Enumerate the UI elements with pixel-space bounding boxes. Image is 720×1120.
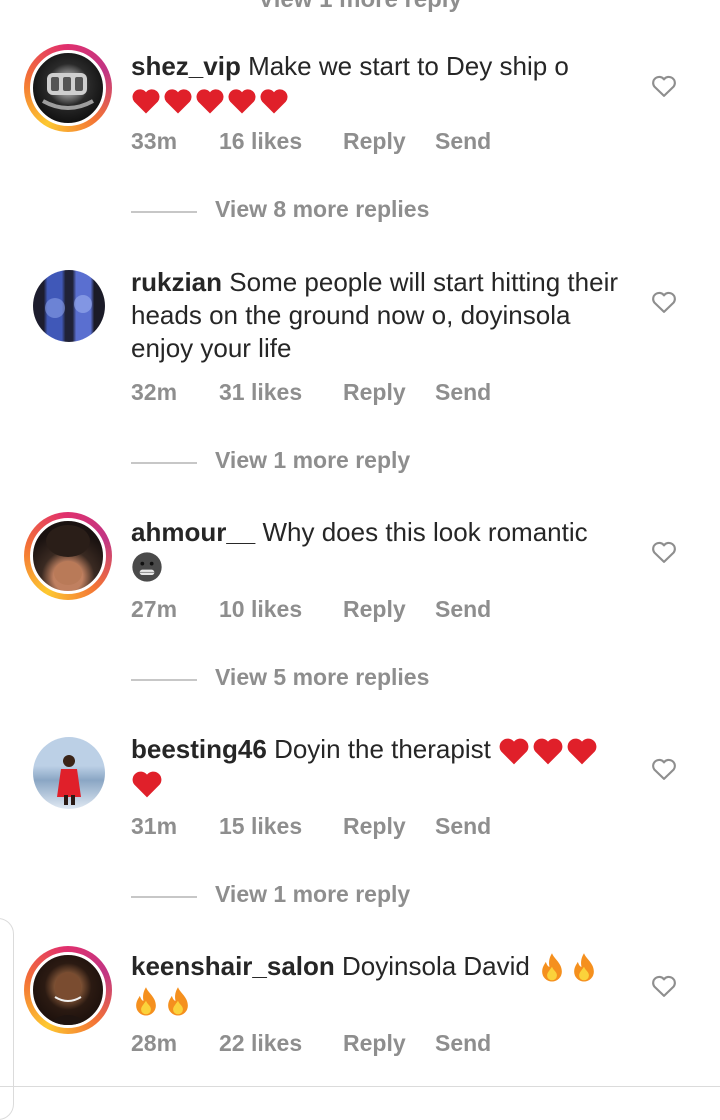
send-button[interactable]: Send [435,596,491,623]
avatar-story-ring[interactable] [24,946,112,1034]
red-heart-icon [132,89,160,114]
left-edge-panel [0,918,14,1120]
like-heart-icon[interactable] [650,972,678,1000]
red-heart-icon [567,738,597,765]
red-heart-icon [132,771,162,798]
view-more-replies-link-top[interactable]: View 1 more reply [0,0,720,14]
send-button[interactable]: Send [435,128,491,155]
like-count-link[interactable]: 16 likes [219,128,302,155]
fire-icon [168,987,188,1016]
comment-username[interactable]: beesting46 [131,734,267,764]
replies-divider [131,211,197,213]
comment-time: 27m [131,596,178,622]
comment-body: keenshair_salon Doyinsola David [131,950,621,1018]
send-button[interactable]: Send [435,379,491,406]
fire-icon [136,987,156,1016]
view-replies-link[interactable]: View 1 more reply [131,881,551,911]
reply-button[interactable]: Reply [343,1030,406,1057]
comment-time: 32m [131,379,178,405]
comment-body: beesting46 Doyin the therapist [131,733,621,799]
comment-time: 28m [131,1030,178,1056]
reply-button[interactable]: Reply [343,596,406,623]
view-replies-label[interactable]: View 1 more reply [215,881,410,908]
send-button[interactable]: Send [435,1030,491,1057]
avatar [30,952,106,1028]
replies-divider [131,896,197,898]
like-count-link[interactable]: 10 likes [219,596,302,623]
red-heart-icon [260,89,288,114]
comment-text: Doyinsola David [342,951,530,981]
fire-icon [574,953,594,982]
like-count-link[interactable]: 31 likes [219,379,302,406]
comment-text: Why does this look romantic [262,517,588,547]
like-heart-icon[interactable] [650,72,678,100]
view-replies-link[interactable]: View 8 more replies [131,196,551,226]
red-heart-icon [228,89,256,114]
reply-button[interactable]: Reply [343,813,406,840]
avatar [30,50,106,126]
red-heart-icon [499,738,529,765]
view-replies-label[interactable]: View 8 more replies [215,196,429,223]
send-button[interactable]: Send [435,813,491,840]
view-replies-label[interactable]: View 5 more replies [215,664,429,691]
like-count-link[interactable]: 22 likes [219,1030,302,1057]
like-heart-icon[interactable] [650,538,678,566]
reply-button[interactable]: Reply [343,379,406,406]
comment-time: 33m [131,128,178,154]
like-count-link[interactable]: 15 likes [219,813,302,840]
red-heart-icon [196,89,224,114]
comment-username[interactable]: keenshair_salon [131,951,335,981]
comment-body: shez_vip Make we start to Dey ship o [131,50,621,116]
comment-text: Make we start to Dey ship o [248,51,569,81]
comment-text: Doyin the therapist [274,734,491,764]
replies-divider [131,679,197,681]
avatar[interactable] [33,270,105,342]
fire-icon [542,953,562,982]
red-heart-icon [533,738,563,765]
comment-username[interactable]: rukzian [131,267,222,297]
replies-divider [131,462,197,464]
red-heart-icon [164,89,192,114]
bottom-divider [0,1086,720,1087]
avatar[interactable] [33,737,105,809]
comment-username[interactable]: ahmour__ [131,517,255,547]
reply-button[interactable]: Reply [343,128,406,155]
view-replies-link[interactable]: View 1 more reply [131,447,551,477]
like-heart-icon[interactable] [650,288,678,316]
emoji-group [131,84,291,114]
like-heart-icon[interactable] [650,755,678,783]
view-replies-link[interactable]: View 5 more replies [131,664,551,694]
view-replies-label[interactable]: View 1 more reply [215,447,410,474]
avatar-story-ring[interactable] [24,44,112,132]
comment-body: rukzian Some people will start hitting t… [131,266,621,365]
avatar-story-ring[interactable] [24,512,112,600]
avatar [30,518,106,594]
comment-time: 31m [131,813,178,839]
comment-username[interactable]: shez_vip [131,51,241,81]
comment-body: ahmour__ Why does this look romantic [131,516,621,583]
grimacing-face-icon [132,552,162,582]
